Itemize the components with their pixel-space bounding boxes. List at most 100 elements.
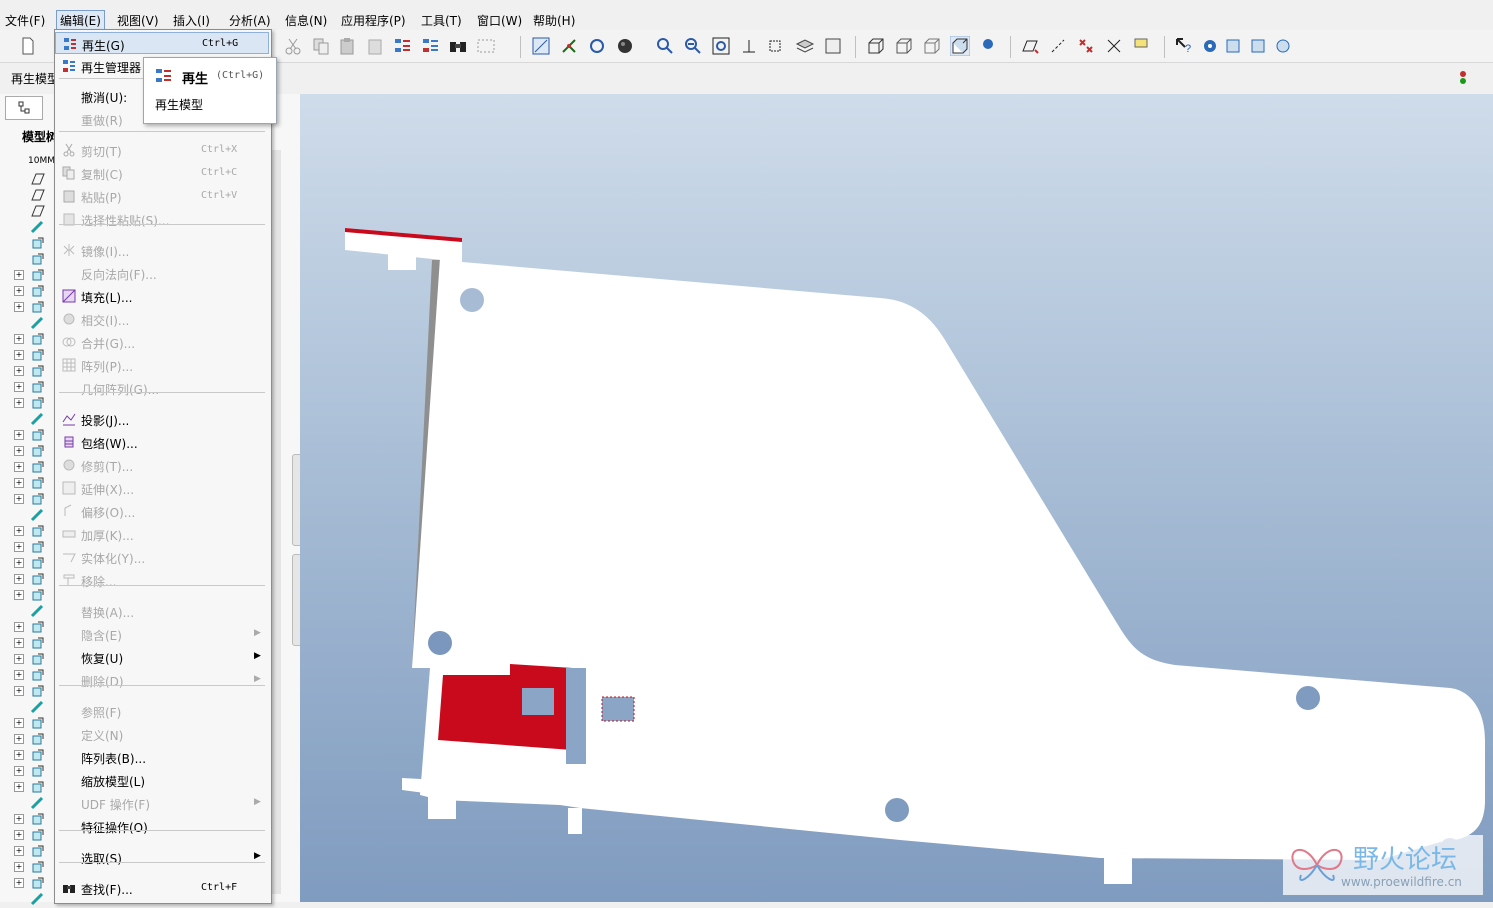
- menu-view[interactable]: 视图(V): [117, 12, 159, 29]
- gear-icon[interactable]: [1200, 36, 1220, 56]
- expand-toggle-icon[interactable]: +: [14, 622, 24, 632]
- edit-menu-item[interactable]: 特征操作(O): [55, 815, 269, 837]
- new-file-icon[interactable]: [18, 36, 38, 56]
- model-root-label[interactable]: 10MM: [28, 156, 55, 166]
- edit-menu-item[interactable]: 选取(S) ▶: [55, 846, 269, 868]
- menu-info[interactable]: 信息(N): [285, 12, 327, 29]
- expand-toggle-icon[interactable]: +: [14, 862, 24, 872]
- csys-icon[interactable]: [1104, 36, 1124, 56]
- expand-toggle-icon[interactable]: +: [14, 782, 24, 792]
- edit-menu-item[interactable]: 包络(W)...: [55, 431, 269, 453]
- expand-toggle-icon[interactable]: +: [14, 670, 24, 680]
- menu-file[interactable]: 文件(F): [5, 12, 45, 29]
- sheet-metal-part[interactable]: [300, 94, 1493, 902]
- expand-toggle-icon[interactable]: +: [14, 654, 24, 664]
- expand-toggle-icon[interactable]: +: [14, 846, 24, 856]
- enhanced-realism-icon[interactable]: [978, 36, 998, 56]
- tool-icon-1[interactable]: [1224, 36, 1244, 56]
- copy-icon[interactable]: [311, 36, 331, 56]
- edit-menu-item[interactable]: 投影(J)...: [55, 408, 269, 430]
- layers-icon[interactable]: [795, 36, 815, 56]
- no-hidden-icon[interactable]: [922, 36, 942, 56]
- hidden-line-icon[interactable]: [894, 36, 914, 56]
- edit-menu-item[interactable]: 阵列表(B)...: [55, 746, 269, 768]
- view-manager-icon[interactable]: [823, 36, 843, 56]
- expand-toggle-icon[interactable]: +: [14, 286, 24, 296]
- edit-menu-item: 参照(F): [55, 700, 269, 722]
- scissors-icon[interactable]: [283, 36, 303, 56]
- expand-toggle-icon[interactable]: +: [14, 350, 24, 360]
- expand-toggle-icon[interactable]: +: [14, 478, 24, 488]
- zoom-in-icon[interactable]: [655, 36, 675, 56]
- expand-toggle-icon[interactable]: +: [14, 366, 24, 376]
- edit-menu-item[interactable]: 查找(F)... Ctrl+F: [55, 877, 269, 899]
- expand-toggle-icon[interactable]: +: [14, 750, 24, 760]
- shading-sphere-icon[interactable]: [615, 36, 635, 56]
- edit-menu-item[interactable]: 缩放模型(L): [55, 769, 269, 791]
- expand-toggle-icon[interactable]: +: [14, 734, 24, 744]
- edit-menu-item[interactable]: 恢复(U) ▶: [55, 646, 269, 668]
- menu-edit[interactable]: 编辑(E): [56, 10, 105, 31]
- paste-special-icon[interactable]: [366, 36, 386, 56]
- menu-analysis[interactable]: 分析(A): [229, 12, 271, 29]
- expand-toggle-icon[interactable]: +: [14, 878, 24, 888]
- edit-menu-item: 偏移(O)...: [55, 500, 269, 522]
- expand-toggle-icon[interactable]: +: [14, 766, 24, 776]
- menu-tools[interactable]: 工具(T): [421, 12, 462, 29]
- graphics-viewport[interactable]: 野火论坛 www.proewildfire.cn: [300, 94, 1493, 902]
- select-box-icon[interactable]: [476, 36, 496, 56]
- menu-insert[interactable]: 插入(I): [173, 12, 210, 29]
- expand-toggle-icon[interactable]: +: [14, 558, 24, 568]
- help-query-icon[interactable]: ?: [1174, 36, 1194, 56]
- saved-views-icon[interactable]: [767, 36, 787, 56]
- feature-icon: [30, 604, 44, 618]
- menu-applications[interactable]: 应用程序(P): [341, 12, 406, 29]
- traffic-light-icon[interactable]: [1455, 69, 1471, 89]
- watermark-url: www.proewildfire.cn: [1341, 875, 1462, 889]
- edit-menu-item[interactable]: 再生(G) Ctrl+G: [55, 32, 269, 54]
- shaded-cube-icon[interactable]: [950, 36, 970, 56]
- wireframe-icon[interactable]: [866, 36, 886, 56]
- orient-mode-icon[interactable]: [587, 36, 607, 56]
- binoculars-icon[interactable]: [448, 36, 468, 56]
- edit-menu-item: 粘贴(P) Ctrl+V: [55, 185, 269, 207]
- regenerate-icon[interactable]: [393, 36, 413, 56]
- reorient-icon[interactable]: [739, 36, 759, 56]
- expand-toggle-icon[interactable]: +: [14, 302, 24, 312]
- zoom-out-icon[interactable]: [683, 36, 703, 56]
- expand-toggle-icon[interactable]: +: [14, 334, 24, 344]
- spin-center-icon[interactable]: [559, 36, 579, 56]
- datum-axis-icon[interactable]: [1048, 36, 1068, 56]
- expand-toggle-icon[interactable]: +: [14, 718, 24, 728]
- repaint-icon[interactable]: [531, 36, 551, 56]
- tool-icon-2[interactable]: [1249, 36, 1269, 56]
- expand-toggle-icon[interactable]: +: [14, 638, 24, 648]
- expand-toggle-icon[interactable]: +: [14, 446, 24, 456]
- regen-manager-icon[interactable]: [421, 36, 441, 56]
- edit-menu-item[interactable]: 填充(L)...: [55, 285, 269, 307]
- feature-icon: [32, 365, 44, 377]
- menu-help[interactable]: 帮助(H): [533, 12, 575, 29]
- expand-toggle-icon[interactable]: +: [14, 590, 24, 600]
- tab-model-tree[interactable]: [5, 96, 43, 120]
- tool-icon-3[interactable]: [1273, 36, 1293, 56]
- feature-icon: [32, 301, 44, 313]
- annotation-icon[interactable]: [1132, 36, 1152, 56]
- paste-icon[interactable]: [338, 36, 358, 56]
- expand-toggle-icon[interactable]: +: [14, 526, 24, 536]
- expand-toggle-icon[interactable]: +: [14, 574, 24, 584]
- expand-toggle-icon[interactable]: +: [14, 270, 24, 280]
- expand-toggle-icon[interactable]: +: [14, 430, 24, 440]
- menu-window[interactable]: 窗口(W): [477, 12, 522, 29]
- expand-toggle-icon[interactable]: +: [14, 542, 24, 552]
- expand-toggle-icon[interactable]: +: [14, 830, 24, 840]
- expand-toggle-icon[interactable]: +: [14, 814, 24, 824]
- expand-toggle-icon[interactable]: +: [14, 398, 24, 408]
- datum-point-icon[interactable]: [1076, 36, 1096, 56]
- datum-plane-icon[interactable]: [1020, 36, 1040, 56]
- refit-icon[interactable]: [711, 36, 731, 56]
- expand-toggle-icon[interactable]: +: [14, 494, 24, 504]
- expand-toggle-icon[interactable]: +: [14, 462, 24, 472]
- expand-toggle-icon[interactable]: +: [14, 382, 24, 392]
- expand-toggle-icon[interactable]: +: [14, 686, 24, 696]
